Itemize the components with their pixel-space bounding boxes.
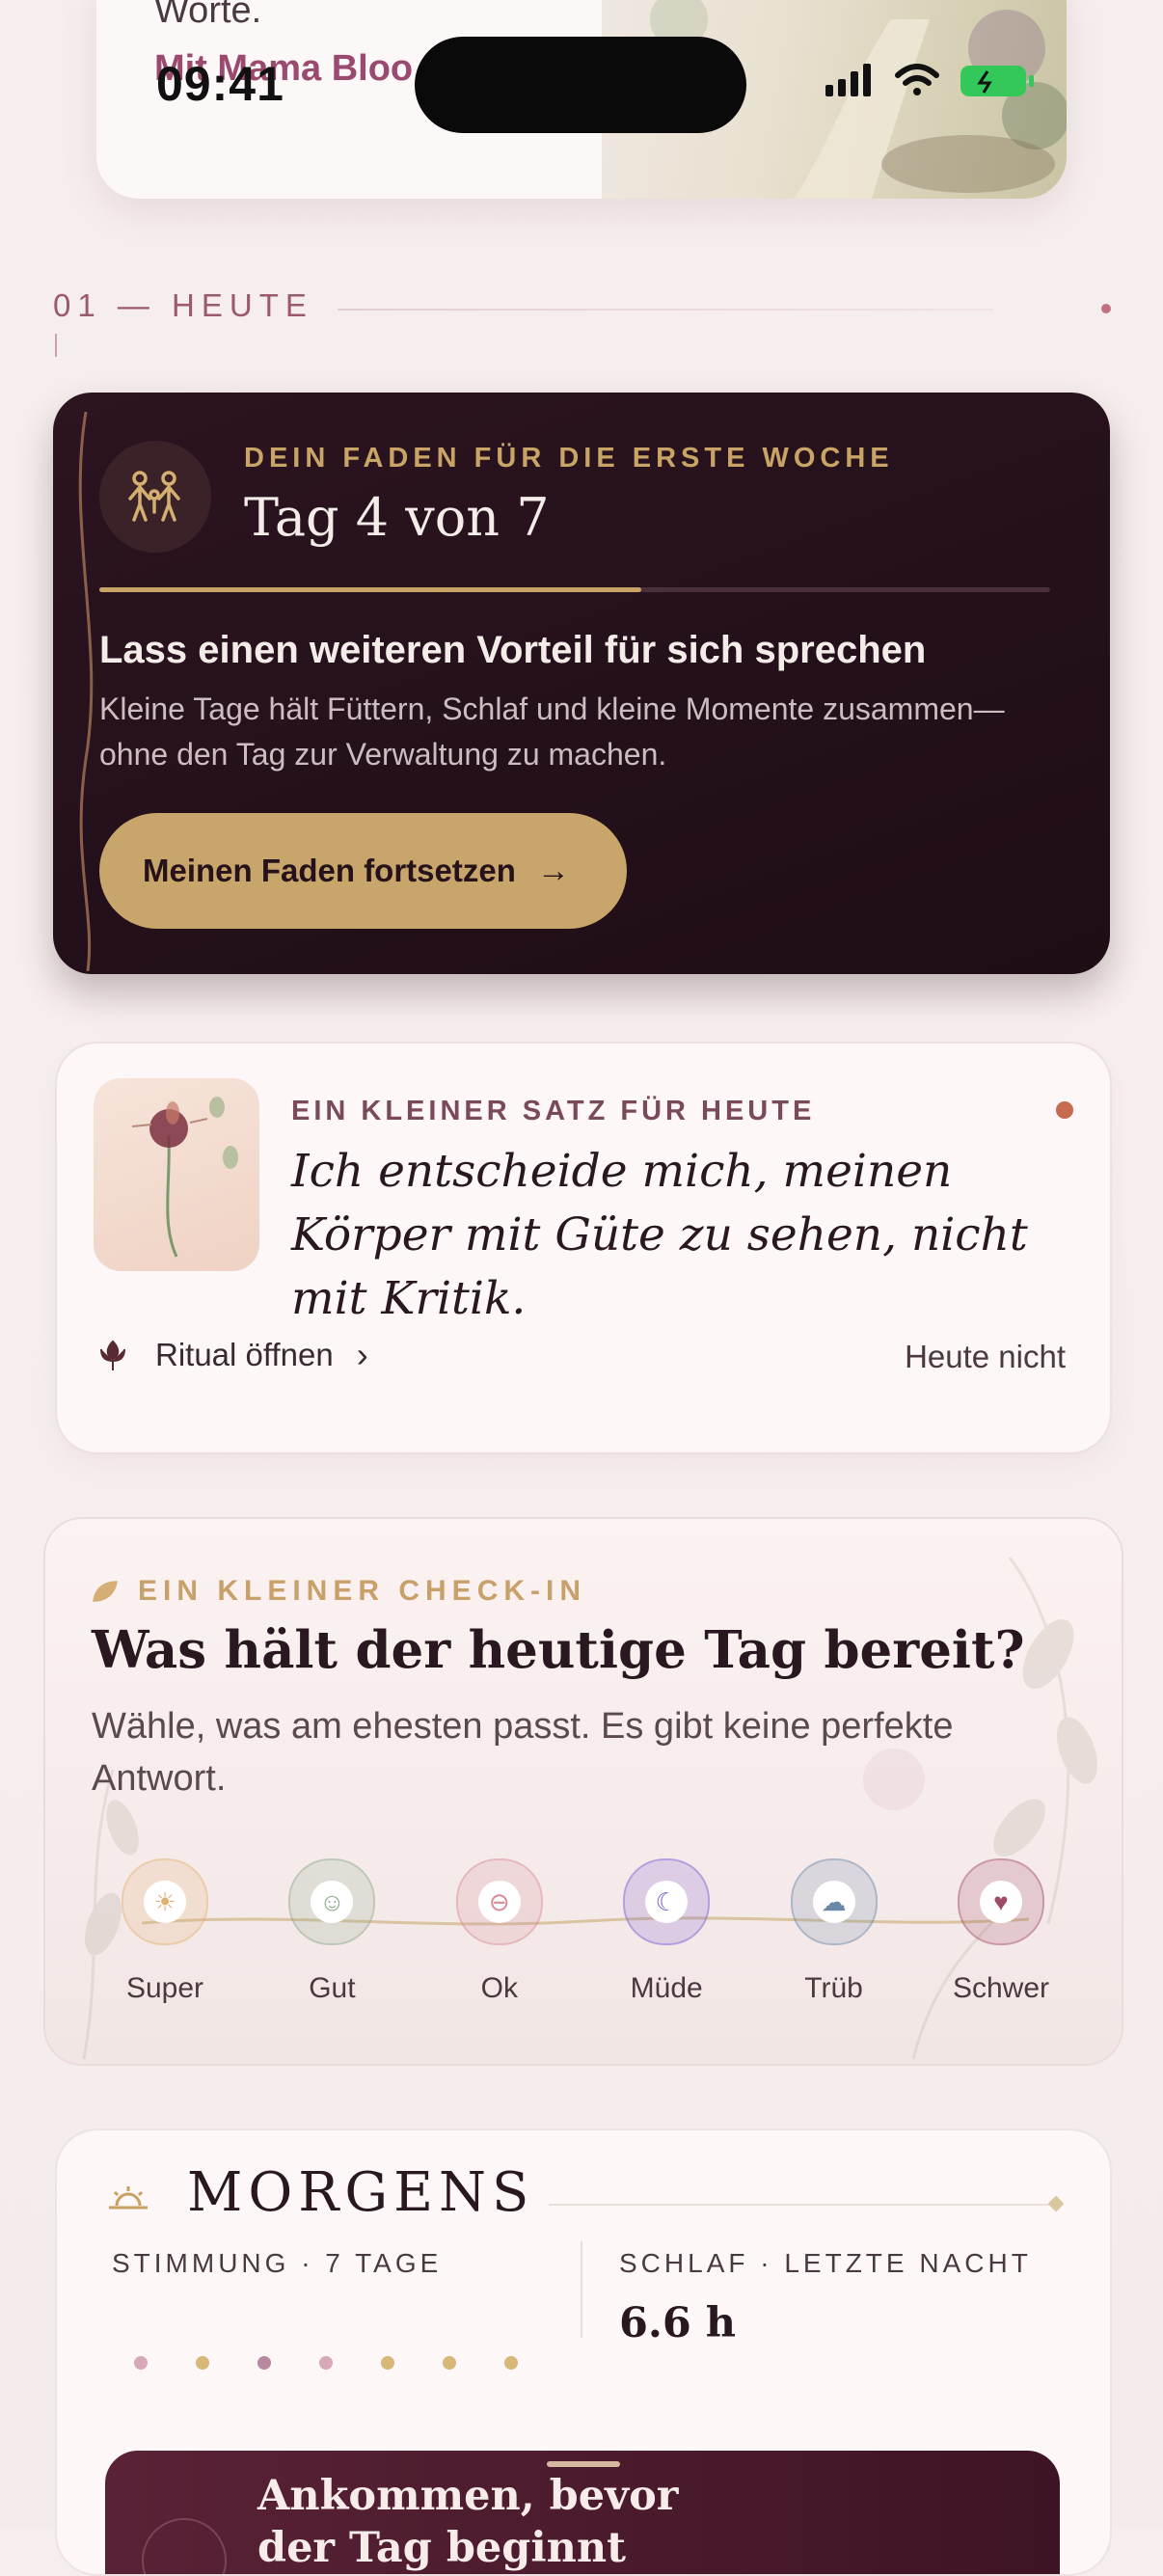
check-in-card: EIN KLEINER CHECK-IN Was hält der heutig… [43,1517,1123,2066]
mood-option-trüb[interactable]: ☁ Trüb [767,1858,902,2005]
flower-illustration [94,1078,259,1271]
section-tick [55,334,57,357]
mood-bubble: ☀ [122,1858,208,1945]
family-icon [99,441,211,553]
mood-dot [504,2356,518,2370]
progress-fill [99,587,642,592]
sunrise-icon [109,2186,148,2210]
sleep-label: SCHLAF · LETZTE NACHT [619,2248,1032,2278]
sun-icon: ☀ [144,1881,186,1923]
morning-title: MORGENS [187,2161,535,2224]
mood-label: Trüb [804,1972,863,2004]
mood-bubble: ☾ [623,1858,711,1945]
mood-option-gut[interactable]: ☺ Gut [264,1858,399,2005]
sentence-kicker: EIN KLEINER SATZ FÜR HEUTE [291,1096,816,1126]
mood-dot [196,2356,209,2370]
mood-option-ok[interactable]: ⊖ Ok [432,1858,567,2005]
mood-week-label: STIMMUNG · 7 TAGE [112,2248,443,2278]
continue-thread-label: Meinen Faden fortsetzen [143,853,516,888]
thread-heading: Lass einen weiteren Vorteil für sich spr… [99,629,927,671]
mood-bubble: ♥ [958,1858,1044,1945]
not-today-button[interactable]: Heute nicht [905,1339,1066,1375]
unread-dot [1056,1101,1073,1119]
mood-bubble: ⊖ [455,1858,543,1945]
mood-label: Müde [630,1972,703,2004]
check-in-title: Was hält der heutige Tag bereit? [92,1620,1025,1680]
mood-label: Ok [480,1972,518,2004]
status-icons [825,56,1047,104]
stats-divider [581,2241,582,2338]
thread-card[interactable]: DEIN FADEN FÜR DIE ERSTE WOCHE Tag 4 von… [53,393,1110,974]
mood-dot [134,2356,148,2370]
leaf-icon [93,1581,118,1602]
mood-bubble: ☺ [288,1858,376,1945]
mood-label: Schwer [952,1972,1050,2004]
tulip-icon [100,1340,125,1370]
mood-dot [443,2356,456,2370]
neutral-icon: ⊖ [477,1881,521,1923]
mood-label: Gut [309,1972,356,2004]
mood-option-super[interactable]: ☀ Super [97,1858,232,2005]
thread-body: Kleine Tage hält Füttern, Schlaf und kle… [99,691,1005,772]
section-label: 01 — HEUTE [53,287,313,323]
diamond-ornament [1047,2195,1065,2212]
arrive-title: Ankommen, bevor der Tag beginnt [257,2472,679,2572]
heart-icon: ♥ [980,1881,1022,1923]
open-ritual-label: Ritual öffnen [155,1337,334,1372]
dynamic-island [415,37,746,133]
sleep-value: 6.6 h [619,2299,737,2347]
mood-label: Super [125,1972,204,2004]
status-time: 09:41 [156,57,284,111]
moon-icon: ☾ [645,1881,689,1923]
arrow-right-icon: → [536,852,570,889]
section-dot [1101,304,1111,313]
mood-dot [257,2356,271,2370]
section-divider [338,309,993,311]
sheet-handle[interactable] [547,2461,620,2467]
continue-thread-button[interactable]: Meinen Faden fortsetzen → [99,813,627,929]
chevron-right-icon: › [356,1335,368,1374]
hero-text: Worte. [154,0,262,31]
open-ritual-button[interactable]: Ritual öffnen › [94,1335,368,1375]
mood-option-schwer[interactable]: ♥ Schwer [933,1858,1068,2005]
mood-dot [381,2356,394,2370]
mood-bubble: ☁ [790,1858,878,1945]
thread-kicker: DEIN FADEN FÜR DIE ERSTE WOCHE [244,443,894,474]
mood-option-müde[interactable]: ☾ Müde [599,1858,734,2005]
morning-divider [549,2204,1050,2206]
thread-title: Tag 4 von 7 [244,487,550,548]
cloud-rain-icon: ☁ [812,1881,855,1923]
check-in-subtitle: Wähle, was am ehesten passt. Es gibt kei… [92,1706,954,1799]
sentence-quote: Ich entscheide mich, meinen Körper mit G… [291,1145,1028,1325]
battery-icon [960,66,1034,96]
morning-card: MORGENS STIMMUNG · 7 TAGE SCHLAF · LETZT… [55,2129,1112,2576]
check-in-kicker: EIN KLEINER CHECK-IN [92,1575,586,1608]
mood-dots [134,2356,566,2370]
check-in-kicker-label: EIN KLEINER CHECK-IN [138,1575,587,1607]
signal-icon [825,64,871,96]
smile-icon: ☺ [311,1881,354,1923]
daily-sentence-card: EIN KLEINER SATZ FÜR HEUTE Ich entscheid… [55,1042,1112,1454]
wifi-icon [895,64,939,95]
mood-dot [319,2356,333,2370]
